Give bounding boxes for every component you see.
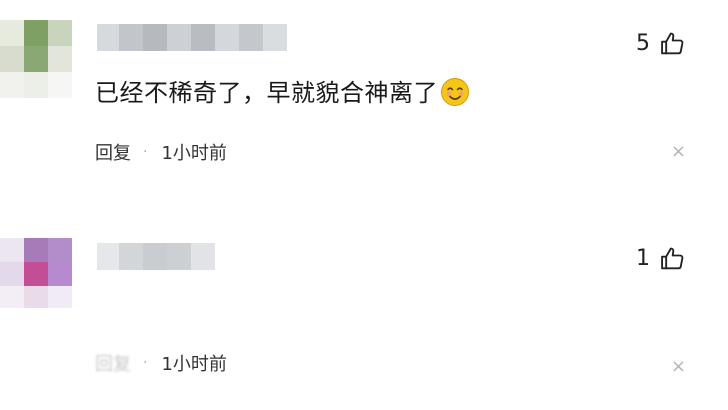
like-count: 5 bbox=[636, 31, 650, 56]
meta-separator: · bbox=[143, 144, 148, 160]
avatar[interactable] bbox=[0, 238, 72, 308]
avatar[interactable] bbox=[0, 20, 72, 98]
like-button[interactable]: 5 bbox=[636, 30, 686, 58]
comment-item: 5 已经不稀奇了，早就貌合神离了 回复 · 1小时前 × bbox=[0, 0, 728, 200]
reply-button[interactable]: 回复 bbox=[95, 139, 131, 165]
reply-button[interactable]: 回复 bbox=[95, 350, 131, 376]
username-pixelated[interactable] bbox=[97, 243, 297, 270]
thumbs-up-icon[interactable] bbox=[658, 30, 686, 58]
meta-separator: · bbox=[143, 355, 148, 371]
comment-item: 1 回复 · 1小时前 × bbox=[0, 205, 728, 410]
timestamp: 1小时前 bbox=[161, 354, 227, 375]
like-button[interactable]: 1 bbox=[636, 245, 686, 273]
close-icon[interactable]: × bbox=[671, 356, 686, 377]
username-pixelated[interactable] bbox=[97, 24, 347, 51]
comment-body: 已经不稀奇了，早就貌合神离了 bbox=[95, 79, 438, 107]
comment-meta: 回复 · 1小时前 bbox=[95, 139, 227, 165]
thumbs-up-icon[interactable] bbox=[658, 245, 686, 273]
smiling-face-emoji bbox=[441, 78, 469, 106]
comment-text: 已经不稀奇了，早就貌合神离了 bbox=[95, 75, 470, 111]
like-count: 1 bbox=[636, 246, 650, 271]
comment-meta: 回复 · 1小时前 bbox=[95, 350, 227, 376]
timestamp: 1小时前 bbox=[161, 143, 227, 164]
close-icon[interactable]: × bbox=[671, 141, 686, 162]
